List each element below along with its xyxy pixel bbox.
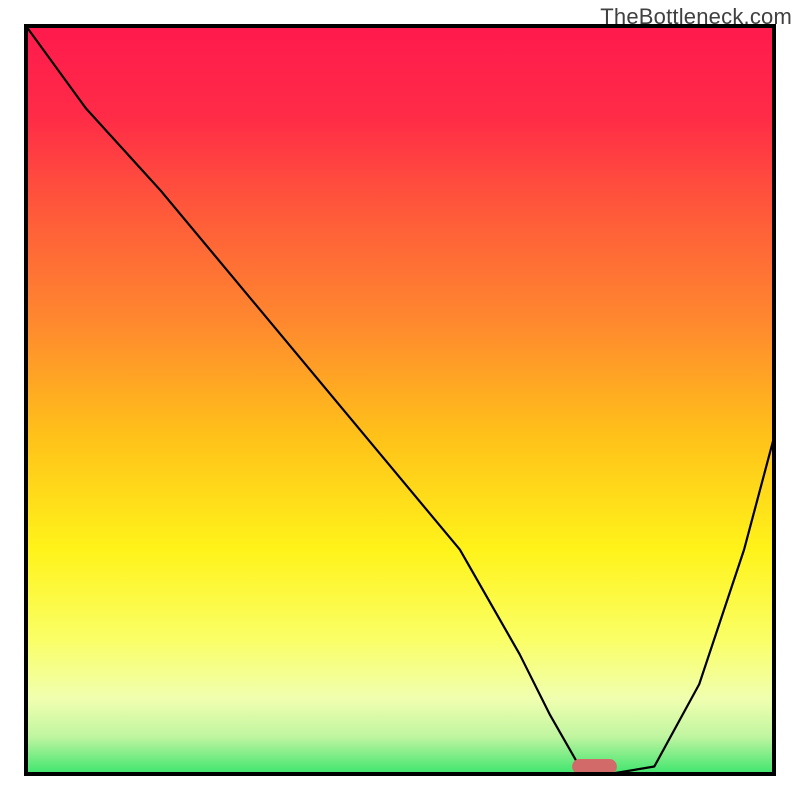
bottleneck-chart: TheBottleneck.com <box>0 0 800 800</box>
watermark-text: TheBottleneck.com <box>600 4 792 30</box>
chart-svg <box>0 0 800 800</box>
chart-background <box>26 26 774 774</box>
optimal-point <box>572 759 617 774</box>
